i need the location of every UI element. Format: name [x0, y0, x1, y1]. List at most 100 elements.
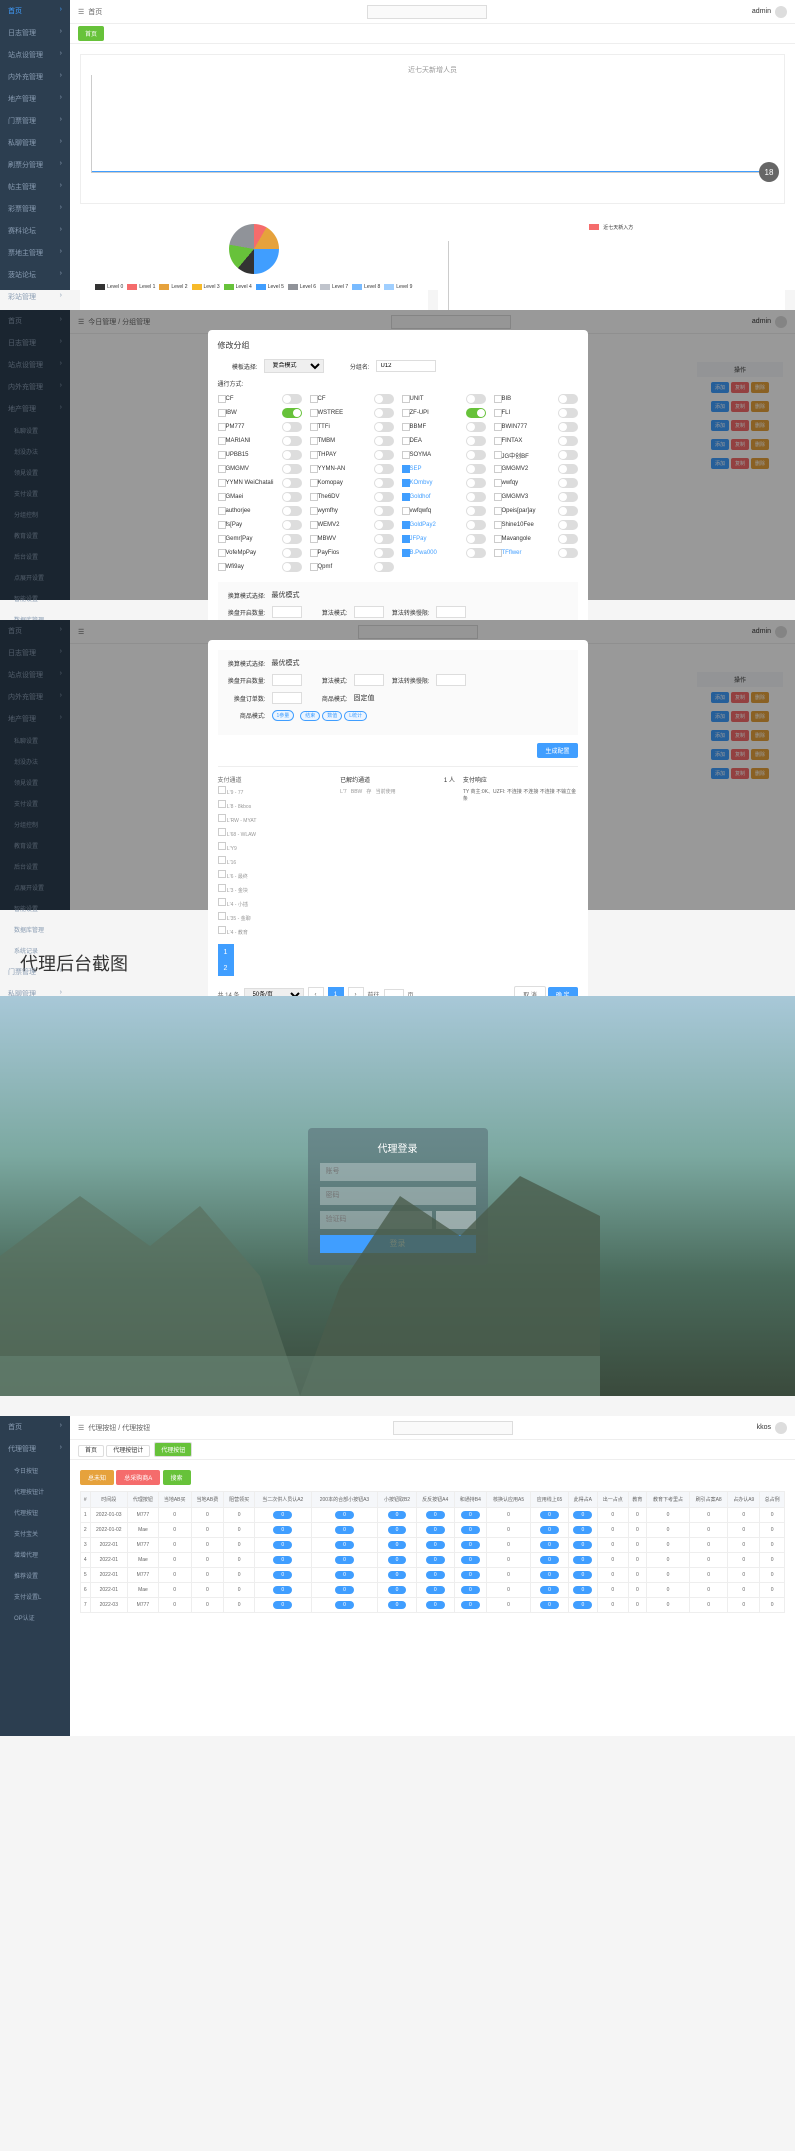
sidebar-item[interactable]: 彩票管理›: [0, 198, 70, 220]
toggle[interactable]: [466, 394, 486, 404]
toggle[interactable]: [374, 548, 394, 558]
sidebar-item[interactable]: 票地主管理›: [0, 242, 70, 264]
checkbox[interactable]: [310, 521, 318, 529]
sidebar-item[interactable]: 代理管理›: [0, 1438, 70, 1460]
toggle[interactable]: [466, 520, 486, 530]
checkbox[interactable]: [218, 521, 226, 529]
checkbox[interactable]: [310, 535, 318, 543]
toggle[interactable]: [558, 478, 578, 488]
checkbox[interactable]: [218, 479, 226, 487]
toggle[interactable]: [466, 436, 486, 446]
page-2[interactable]: 2: [218, 960, 234, 976]
search-button[interactable]: 搜索: [163, 1470, 191, 1485]
checkbox[interactable]: [494, 423, 502, 431]
search-input[interactable]: [367, 5, 487, 19]
checkbox[interactable]: [402, 493, 410, 501]
toggle[interactable]: [282, 506, 302, 516]
checkbox[interactable]: [310, 423, 318, 431]
menu-icon[interactable]: ☰: [78, 8, 84, 16]
checkbox[interactable]: [310, 437, 318, 445]
toggle[interactable]: [558, 450, 578, 460]
toggle[interactable]: [374, 408, 394, 418]
toggle[interactable]: [374, 450, 394, 460]
checkbox[interactable]: [218, 395, 226, 403]
generate-button[interactable]: 生成配置: [537, 743, 577, 758]
checkbox[interactable]: [310, 493, 318, 501]
toggle[interactable]: [466, 450, 486, 460]
toggle[interactable]: [282, 450, 302, 460]
toggle[interactable]: [558, 506, 578, 516]
toggle[interactable]: [466, 422, 486, 432]
menu-icon[interactable]: ☰: [78, 1424, 84, 1432]
toggle[interactable]: [374, 436, 394, 446]
toggle[interactable]: [558, 422, 578, 432]
input[interactable]: [436, 606, 466, 618]
toggle[interactable]: [558, 492, 578, 502]
checkbox[interactable]: [218, 535, 226, 543]
checkbox[interactable]: [402, 465, 410, 473]
sidebar-item[interactable]: 站点设管理›: [0, 44, 70, 66]
input[interactable]: [354, 606, 384, 618]
toggle[interactable]: [466, 408, 486, 418]
page-1[interactable]: 1: [218, 944, 234, 960]
sidebar-item[interactable]: 菠站论坛›: [0, 264, 70, 286]
toggle[interactable]: [374, 520, 394, 530]
checkbox[interactable]: [310, 479, 318, 487]
checkbox[interactable]: [402, 521, 410, 529]
toggle[interactable]: [282, 464, 302, 474]
checkbox[interactable]: [310, 409, 318, 417]
toggle[interactable]: [282, 562, 302, 572]
sidebar-item[interactable]: 门票管理›: [0, 110, 70, 132]
checkbox[interactable]: [494, 409, 502, 417]
toggle[interactable]: [558, 548, 578, 558]
toggle[interactable]: [282, 534, 302, 544]
checkbox[interactable]: [218, 451, 226, 459]
group-input[interactable]: [376, 360, 436, 372]
checkbox[interactable]: [494, 465, 502, 473]
toggle[interactable]: [282, 408, 302, 418]
checkbox[interactable]: [218, 465, 226, 473]
sidebar-item[interactable]: 赛科论坛›: [0, 220, 70, 242]
search-input[interactable]: [393, 1421, 513, 1435]
toggle[interactable]: [466, 506, 486, 516]
toggle[interactable]: [282, 520, 302, 530]
checkbox[interactable]: [494, 507, 502, 515]
checkbox[interactable]: [218, 409, 226, 417]
toggle[interactable]: [282, 478, 302, 488]
toggle[interactable]: [558, 464, 578, 474]
toggle[interactable]: [466, 464, 486, 474]
toggle[interactable]: [282, 394, 302, 404]
checkbox[interactable]: [494, 493, 502, 501]
toggle[interactable]: [282, 548, 302, 558]
checkbox[interactable]: [402, 409, 410, 417]
toggle[interactable]: [374, 534, 394, 544]
checkbox[interactable]: [402, 423, 410, 431]
toggle[interactable]: [466, 478, 486, 488]
toggle[interactable]: [374, 492, 394, 502]
input[interactable]: [272, 606, 302, 618]
toggle[interactable]: [466, 534, 486, 544]
toggle[interactable]: [558, 534, 578, 544]
toggle[interactable]: [374, 478, 394, 488]
checkbox[interactable]: [402, 479, 410, 487]
checkbox[interactable]: [310, 395, 318, 403]
toggle[interactable]: [282, 422, 302, 432]
sidebar-item[interactable]: 内外充管理›: [0, 66, 70, 88]
tab-home[interactable]: 首页: [78, 26, 104, 41]
sidebar-item[interactable]: 私聊管理›: [0, 132, 70, 154]
avatar[interactable]: [775, 6, 787, 18]
sidebar-item[interactable]: 首页›: [0, 0, 70, 22]
checkbox[interactable]: [310, 465, 318, 473]
toggle[interactable]: [558, 436, 578, 446]
toggle[interactable]: [374, 562, 394, 572]
checkbox[interactable]: [494, 535, 502, 543]
sidebar-item[interactable]: 门票管理›: [0, 961, 70, 983]
toggle[interactable]: [558, 520, 578, 530]
checkbox[interactable]: [310, 451, 318, 459]
toggle[interactable]: [374, 422, 394, 432]
checkbox[interactable]: [402, 535, 410, 543]
checkbox[interactable]: [402, 507, 410, 515]
sidebar-item[interactable]: 地产管理›: [0, 88, 70, 110]
sidebar-item[interactable]: 刷票分管理›: [0, 154, 70, 176]
toggle[interactable]: [282, 492, 302, 502]
